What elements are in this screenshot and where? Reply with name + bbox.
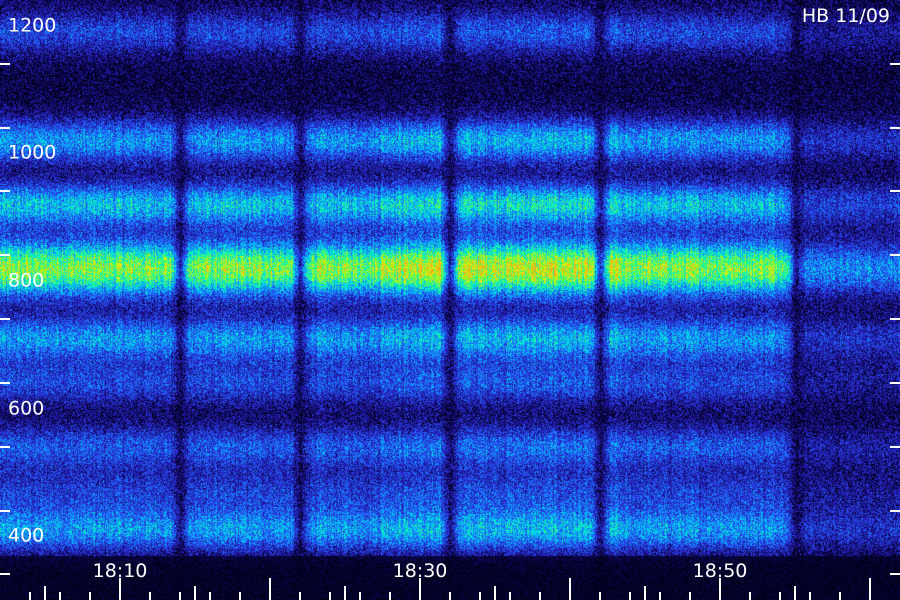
x-tick-mark xyxy=(794,586,796,600)
y-tick-mark xyxy=(890,318,900,321)
x-tick-mark xyxy=(44,586,46,600)
y-tick-mark xyxy=(890,126,900,129)
y-tick-label: 1200 xyxy=(8,14,57,37)
y-tick-mark xyxy=(0,254,10,257)
x-tick-mark xyxy=(539,592,541,600)
x-tick-mark xyxy=(659,592,661,600)
x-tick-mark xyxy=(59,592,61,600)
x-tick-mark xyxy=(344,586,346,600)
x-tick-mark xyxy=(179,592,181,600)
y-tick-label: 800 xyxy=(8,269,45,292)
y-tick-mark xyxy=(0,381,10,384)
x-tick-mark xyxy=(389,592,391,600)
x-tick-mark xyxy=(509,592,511,600)
x-tick-mark xyxy=(629,592,631,600)
x-tick-mark xyxy=(749,592,751,600)
x-tick-mark xyxy=(269,578,271,600)
x-tick-mark xyxy=(194,586,196,600)
y-tick-mark xyxy=(890,190,900,193)
x-tick-mark xyxy=(569,578,571,600)
y-tick-mark xyxy=(0,190,10,193)
y-tick-mark xyxy=(890,573,900,576)
x-tick-mark xyxy=(119,578,121,600)
x-tick-mark xyxy=(839,592,841,600)
y-tick-mark xyxy=(890,381,900,384)
x-tick-mark xyxy=(689,592,691,600)
y-tick-label: 1000 xyxy=(8,141,57,164)
x-tick-mark xyxy=(419,578,421,600)
x-tick-mark xyxy=(209,592,211,600)
x-tick-mark xyxy=(149,592,151,600)
x-tick-mark xyxy=(809,592,811,600)
x-tick-mark xyxy=(599,592,601,600)
y-tick-mark xyxy=(890,445,900,448)
x-tick-mark xyxy=(359,592,361,600)
x-tick-mark xyxy=(719,578,721,600)
header-label: HB 11/09 xyxy=(801,5,890,27)
x-tick-mark xyxy=(869,578,871,600)
x-tick-mark xyxy=(494,586,496,600)
x-tick-mark xyxy=(479,592,481,600)
y-tick-mark xyxy=(0,62,10,65)
x-tick-mark xyxy=(29,592,31,600)
y-tick-mark xyxy=(0,573,10,576)
x-tick-mark xyxy=(779,592,781,600)
y-tick-label: 400 xyxy=(8,524,45,547)
x-tick-mark xyxy=(644,586,646,600)
y-tick-mark xyxy=(0,509,10,512)
y-tick-mark xyxy=(890,509,900,512)
x-tick-mark xyxy=(299,592,301,600)
x-tick-mark xyxy=(329,592,331,600)
spectrogram-plot xyxy=(0,0,900,600)
x-tick-mark xyxy=(89,592,91,600)
y-tick-label: 600 xyxy=(8,397,45,419)
y-tick-mark xyxy=(0,318,10,321)
y-tick-mark xyxy=(890,62,900,65)
x-tick-mark xyxy=(449,592,451,600)
y-tick-mark xyxy=(890,254,900,257)
y-tick-mark xyxy=(0,126,10,129)
y-tick-mark xyxy=(0,445,10,448)
x-tick-mark xyxy=(239,592,241,600)
